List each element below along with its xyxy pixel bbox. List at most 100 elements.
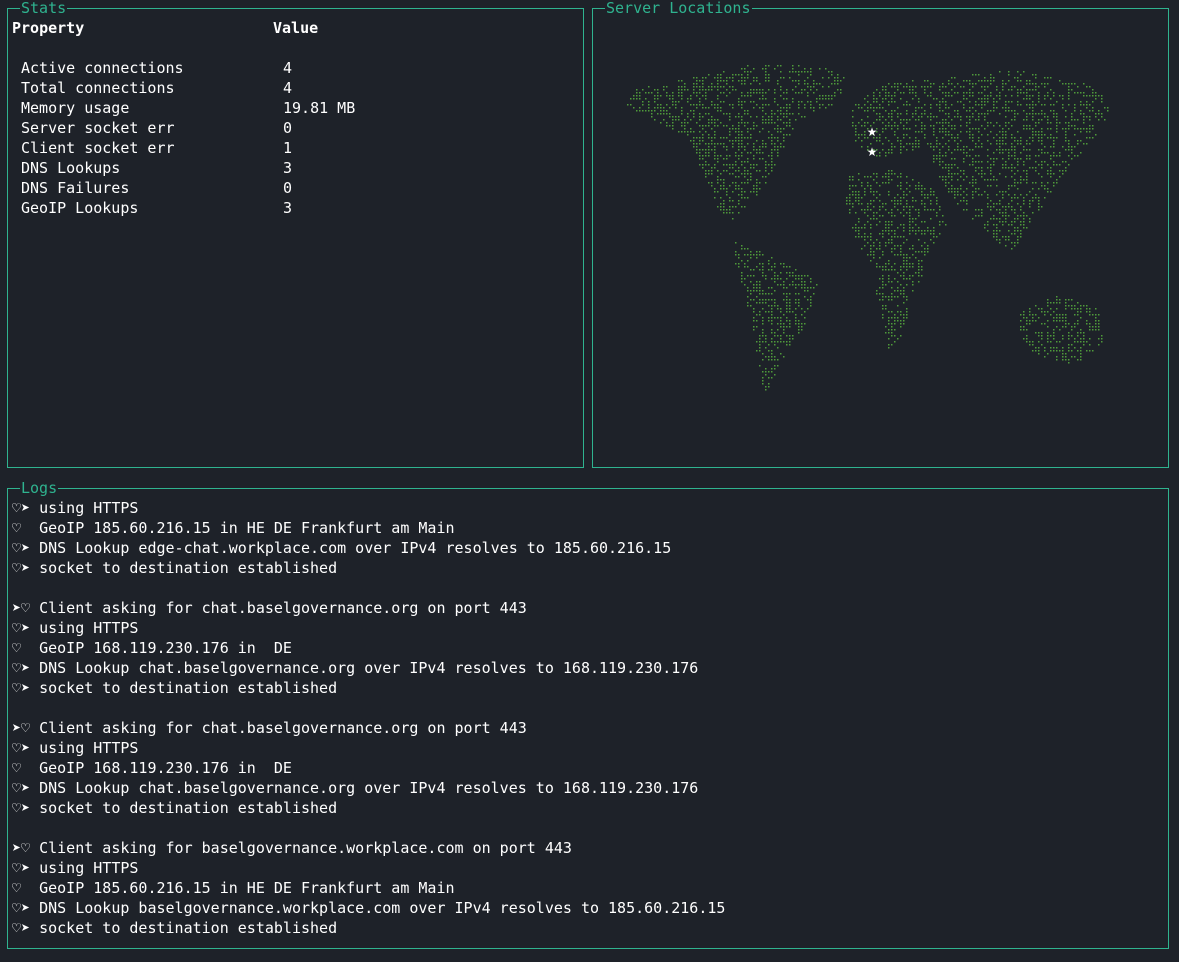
- map-dot: [1068, 125, 1070, 127]
- map-dot: [894, 320, 896, 322]
- map-dot: [888, 83, 890, 85]
- map-dot: [981, 92, 983, 94]
- map-dot: [996, 203, 998, 205]
- map-dot: [936, 140, 938, 142]
- map-dot: [810, 104, 812, 106]
- map-dot: [1017, 95, 1019, 97]
- map-dot: [1026, 335, 1028, 337]
- map-dot: [900, 269, 902, 271]
- map-dot: [1008, 149, 1010, 151]
- map-dot: [975, 74, 977, 76]
- map-dot: [741, 74, 743, 76]
- map-dot: [738, 203, 740, 205]
- map-dot: [780, 320, 782, 322]
- map-dot: [978, 161, 980, 163]
- map-dot: [714, 158, 716, 160]
- map-dot: [705, 173, 707, 175]
- log-line: ♡➤ using HTTPS: [12, 859, 139, 877]
- map-dot: [717, 143, 719, 145]
- map-dot: [1044, 197, 1046, 199]
- map-dot: [939, 224, 941, 226]
- map-dot: [753, 155, 755, 157]
- map-dot: [771, 317, 773, 319]
- map-dot: [930, 104, 932, 106]
- map-dot: [789, 341, 791, 343]
- map-dot: [729, 116, 731, 118]
- map-dot: [975, 188, 977, 190]
- map-dot: [750, 164, 752, 166]
- map-dot: [804, 83, 806, 85]
- map-dot: [681, 86, 683, 88]
- map-dot: [759, 152, 761, 154]
- map-dot: [1029, 203, 1031, 205]
- map-dot: [696, 86, 698, 88]
- map-dot: [768, 104, 770, 106]
- stat-property: Active connections: [21, 59, 184, 77]
- map-dot: [1029, 200, 1031, 202]
- map-dot: [1080, 350, 1082, 352]
- map-dot: [1038, 134, 1040, 136]
- map-dot: [930, 239, 932, 241]
- map-dot: [999, 131, 1001, 133]
- map-dot: [975, 143, 977, 145]
- map-dot: [747, 305, 749, 307]
- map-dot: [789, 275, 791, 277]
- map-dot: [1059, 95, 1061, 97]
- map-dot: [813, 293, 815, 295]
- map-dot: [876, 89, 878, 91]
- map-dot: [1062, 128, 1064, 130]
- map-dot: [771, 305, 773, 307]
- map-dot: [741, 80, 743, 82]
- map-dot: [1098, 320, 1100, 322]
- map-dot: [828, 104, 830, 106]
- map-dot: [957, 113, 959, 115]
- map-dot: [693, 131, 695, 133]
- map-dot: [648, 86, 650, 88]
- map-dot: [984, 95, 986, 97]
- map-dot: [909, 278, 911, 280]
- map-dot: [906, 83, 908, 85]
- map-dot: [882, 128, 884, 130]
- map-dot: [900, 335, 902, 337]
- map-dot: [792, 275, 794, 277]
- map-dot: [705, 113, 707, 115]
- map-dot: [807, 290, 809, 292]
- map-dot: [774, 146, 776, 148]
- map-dot: [912, 197, 914, 199]
- map-dot: [765, 65, 767, 67]
- map-dot: [1092, 110, 1094, 112]
- map-dot: [786, 296, 788, 298]
- map-dot: [951, 179, 953, 181]
- map-dot: [798, 83, 800, 85]
- map-dot: [930, 143, 932, 145]
- map-dot: [723, 188, 725, 190]
- map-dot: [765, 104, 767, 106]
- map-dot: [753, 107, 755, 109]
- map-dot: [1053, 95, 1055, 97]
- map-dot: [1038, 188, 1040, 190]
- map-dot: [891, 170, 893, 172]
- map-dot: [993, 101, 995, 103]
- map-dot: [786, 98, 788, 100]
- map-dot: [894, 341, 896, 343]
- map-dot: [882, 314, 884, 316]
- map-dot: [924, 206, 926, 208]
- map-dot: [1059, 152, 1061, 154]
- map-dot: [726, 80, 728, 82]
- map-dot: [825, 107, 827, 109]
- map-dot: [753, 269, 755, 271]
- map-dot: [915, 140, 917, 142]
- map-dot: [756, 191, 758, 193]
- map-dot: [750, 251, 752, 253]
- map-dot: [687, 116, 689, 118]
- map-dot: [1062, 146, 1064, 148]
- map-dot: [888, 299, 890, 301]
- map-dot: [681, 125, 683, 127]
- map-dot: [702, 155, 704, 157]
- map-dot: [789, 338, 791, 340]
- map-dot: [1026, 338, 1028, 340]
- map-dot: [912, 89, 914, 91]
- map-dot: [678, 95, 680, 97]
- map-dot: [726, 209, 728, 211]
- map-dot: [702, 107, 704, 109]
